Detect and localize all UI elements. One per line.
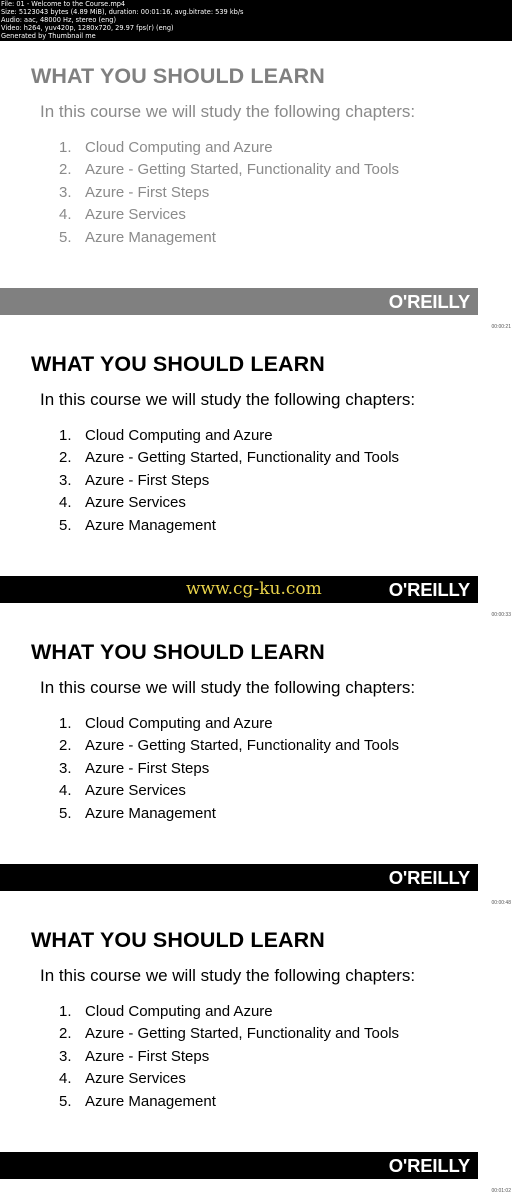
chapter-item: 3. Azure - First Steps [59,1047,210,1065]
thumbnail-frame-2: WHAT YOU SHOULD LEARN In this course we … [0,330,512,618]
chapter-item: 4. Azure Services [59,206,186,224]
oreilly-logo: O'REILLY [388,867,470,888]
chapter-item: 1. Cloud Computing and Azure [59,139,273,156]
chapter-item: 5. Azure Management [59,228,216,246]
chapter-item: 4. Azure Services [59,1070,186,1088]
chapter-list: 1. Cloud Computing and Azure 2. Azure - Ge… [59,713,399,825]
footer-bar: www.cg-ku.com O'REILLY [0,576,478,603]
oreilly-logo: O'REILLY [388,1155,470,1176]
chapter-list: 1. Cloud Computing and Azure 2. Azure - Ge… [59,137,399,249]
slide-intro: In this course we will study the followi… [40,678,416,697]
slide-intro: In this course we will study the followi… [40,966,416,985]
oreilly-logo: O'REILLY [388,291,470,312]
thumbnail-frame-3: WHAT YOU SHOULD LEARN In this course we … [0,618,512,906]
chapter-item: 2. Azure - Getting Started, Functionality… [59,1025,400,1043]
video-info-header: File: 01 - Welcome to the Course.mp4 Siz… [0,0,512,41]
chapter-item: 5. Azure Management [59,1092,216,1110]
footer-bar: O'REILLY [0,1152,478,1179]
oreilly-logo: O'REILLY [388,579,470,600]
chapter-list: 1. Cloud Computing and Azure 2. Azure - Ge… [59,425,399,537]
slide-intro: In this course we will study the followi… [40,102,416,121]
chapter-item: 1. Cloud Computing and Azure [59,715,273,732]
video-info: Video: h264, yuv420p, 1280x720, 29.97 fp… [1,24,174,32]
chapter-item: 1. Cloud Computing and Azure [59,427,273,444]
frame-timestamp: 00:01:02 [491,1188,511,1194]
chapter-item: 2. Azure - Getting Started, Functionality… [59,737,400,755]
slide-intro: In this course we will study the followi… [40,390,416,409]
file-size: Size: 5123043 bytes (4.89 MiB), duration… [1,8,244,16]
chapter-item: 3. Azure - First Steps [59,183,210,201]
chapter-item: 4. Azure Services [59,782,186,800]
slide-title: WHAT YOU SHOULD LEARN [31,928,325,952]
footer-bar: O'REILLY [0,864,478,891]
thumbnail-frame-4: WHAT YOU SHOULD LEARN In this course we … [0,906,512,1194]
slide-title: WHAT YOU SHOULD LEARN [31,352,325,376]
chapter-item: 1. Cloud Computing and Azure [59,1003,273,1020]
slide-title: WHAT YOU SHOULD LEARN [31,640,325,664]
chapter-item: 5. Azure Management [59,804,216,822]
footer-bar: O'REILLY [0,288,478,315]
chapter-list: 1. Cloud Computing and Azure 2. Azure - Ge… [59,1001,399,1113]
watermark-text: www.cg-ku.com [186,579,322,599]
thumbnail-frame-1: WHAT YOU SHOULD LEARN In this course we … [0,42,512,330]
chapter-item: 3. Azure - First Steps [59,471,210,489]
chapter-item: 5. Azure Management [59,516,216,534]
generator-info: Generated by Thumbnail me [1,32,96,40]
chapter-item: 3. Azure - First Steps [59,759,210,777]
chapter-item: 2. Azure - Getting Started, Functionality… [59,161,400,179]
chapter-item: 2. Azure - Getting Started, Functionality… [59,449,400,467]
chapter-item: 4. Azure Services [59,494,186,512]
slide-title: WHAT YOU SHOULD LEARN [31,64,325,88]
audio-info: Audio: aac, 48000 Hz, stereo (eng) [1,16,117,24]
file-name: File: 01 - Welcome to the Course.mp4 [1,0,126,8]
